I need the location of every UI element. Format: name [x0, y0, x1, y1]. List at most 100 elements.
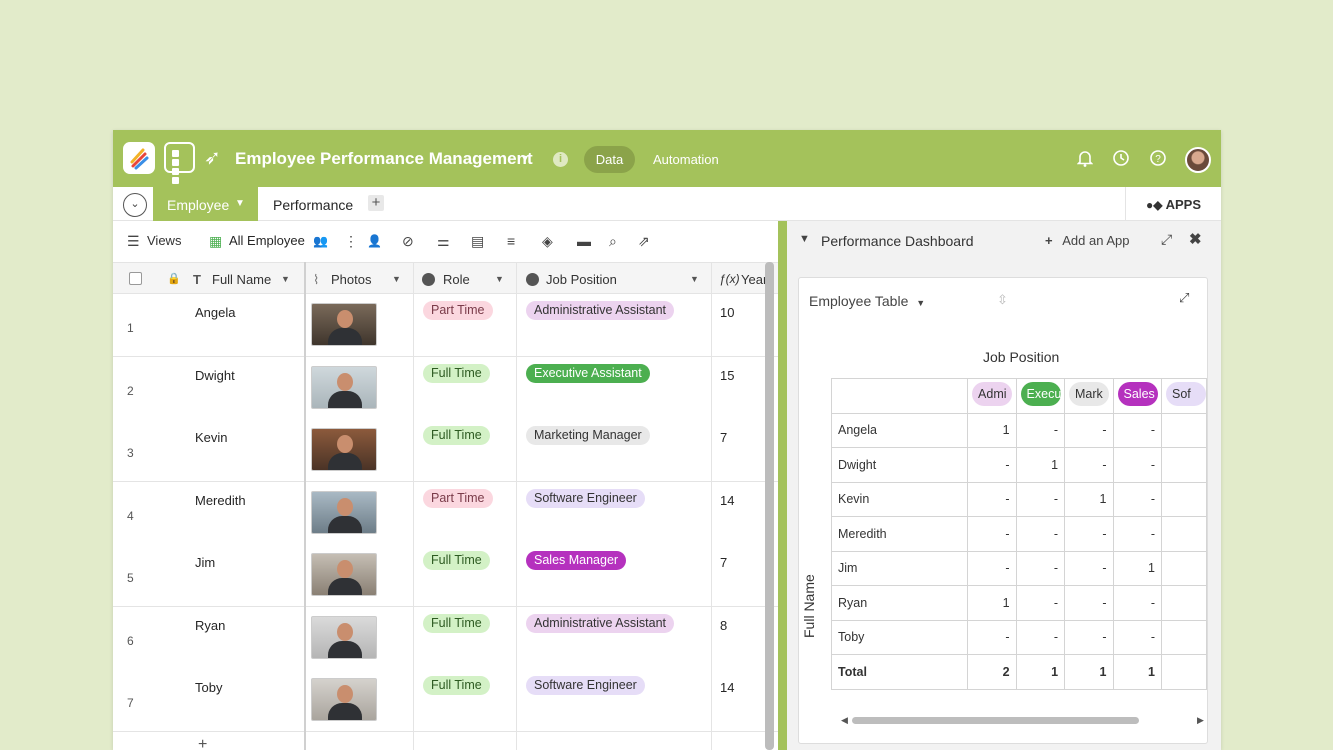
role-tag[interactable]: Full Time	[423, 613, 490, 633]
table-row[interactable]: 1 Angela Part Time Administrative Assistant…	[113, 294, 778, 357]
help-icon[interactable]: ?	[1149, 149, 1167, 171]
full-name-cell[interactable]: Kevin	[195, 430, 228, 445]
add-row-button[interactable]: +	[198, 736, 207, 750]
table-row[interactable]: 6 Ryan Full Time Administrative Assistant 8	[113, 606, 778, 670]
tab-automation[interactable]: Automation	[653, 152, 719, 167]
table-row[interactable]: 7 Toby Full Time Software Engineer 14	[113, 669, 778, 732]
role-tag[interactable]: Part Time	[423, 301, 493, 320]
chevron-down-icon[interactable]: ⌄	[123, 193, 147, 217]
caret-down-icon[interactable]: ▼	[235, 198, 245, 209]
years-cell[interactable]: 10	[720, 305, 734, 320]
workspace-title[interactable]: Employee Performance Management	[235, 149, 533, 169]
pivot-column-header[interactable]: Mark	[1064, 378, 1114, 414]
settings-sliders-icon[interactable]: ⚌	[437, 234, 450, 248]
table-row[interactable]: 3 Kevin Full Time Marketing Manager 7	[113, 419, 778, 482]
job-position-tag[interactable]: Software Engineer	[526, 676, 645, 695]
employee-photo[interactable]	[311, 678, 377, 721]
info-icon[interactable]: i	[553, 152, 568, 167]
chevron-down-icon[interactable]: ▼	[799, 233, 810, 245]
column-header-role[interactable]: Role	[443, 272, 470, 287]
employee-photo[interactable]	[311, 365, 377, 409]
role-tag[interactable]: Full Time	[423, 676, 490, 695]
job-position-tag[interactable]: Software Engineer	[526, 488, 645, 508]
tab-performance[interactable]: Performance	[273, 197, 353, 213]
apps-grid-icon[interactable]	[164, 142, 195, 184]
table-row[interactable]: 5 Jim Full Time Sales Manager 7	[113, 544, 778, 607]
years-cell[interactable]: 14	[720, 493, 734, 508]
filter-icon[interactable]: ≡	[507, 234, 515, 248]
apps-button[interactable]: ●◆ APPS	[1125, 187, 1216, 221]
row-height-icon[interactable]: ▤	[471, 234, 484, 248]
tab-data[interactable]: Data	[584, 146, 635, 173]
years-cell[interactable]: 7	[720, 555, 727, 570]
expand-icon[interactable]: ⤢	[1179, 290, 1189, 306]
layout-icon[interactable]: ▬	[577, 234, 591, 248]
panel-resize-handle[interactable]	[778, 221, 787, 750]
employee-photo[interactable]	[311, 553, 377, 596]
scroll-right-icon[interactable]: ▶	[1197, 715, 1204, 726]
add-app-button[interactable]: + Add an App	[1045, 233, 1129, 248]
caret-down-icon[interactable]: ▼	[690, 274, 699, 284]
caret-down-icon[interactable]: ▼	[281, 274, 290, 284]
column-header-job-position[interactable]: Job Position	[546, 272, 617, 287]
role-tag[interactable]: Full Time	[423, 426, 490, 445]
years-cell[interactable]: 14	[720, 680, 734, 695]
job-position-tag[interactable]: Sales Manager	[526, 551, 627, 570]
role-tag[interactable]: Full Time	[423, 551, 490, 570]
pivot-column-header[interactable]: Sales	[1112, 378, 1162, 414]
select-all-checkbox[interactable]	[129, 272, 142, 285]
full-name-cell[interactable]: Toby	[195, 680, 222, 695]
job-position-tag[interactable]: Executive Assistant	[526, 363, 650, 383]
table-row[interactable]: 4 Meredith Part Time Software Engineer 14	[113, 481, 778, 545]
menu-icon[interactable]: ☰	[127, 234, 140, 248]
full-name-cell[interactable]: Angela	[195, 305, 235, 320]
employee-photo[interactable]	[311, 428, 377, 471]
job-position-tag[interactable]: Marketing Manager	[526, 426, 650, 445]
card-title-select[interactable]: Employee Table ▼	[809, 293, 925, 309]
current-view-name[interactable]: All Employee	[229, 234, 305, 248]
years-cell[interactable]: 15	[720, 368, 734, 383]
caret-down-icon[interactable]: ▼	[392, 274, 401, 284]
bell-icon[interactable]	[1076, 149, 1094, 171]
years-cell[interactable]: 7	[720, 430, 727, 445]
more-icon[interactable]: ⋮	[344, 234, 358, 248]
employee-photo[interactable]	[311, 615, 377, 659]
full-name-cell[interactable]: Jim	[195, 555, 215, 570]
close-icon[interactable]: ✖	[1189, 230, 1202, 248]
employee-photo[interactable]	[311, 490, 377, 534]
app-logo-icon[interactable]	[123, 142, 155, 174]
team-icon[interactable]: 👥	[313, 234, 328, 248]
scroll-thumb[interactable]	[852, 717, 1139, 724]
full-name-cell[interactable]: Ryan	[195, 618, 225, 633]
employee-photo[interactable]	[311, 303, 377, 346]
collaborators-icon[interactable]: 👤	[367, 234, 382, 248]
search-icon[interactable]: ⌕	[609, 234, 617, 248]
expand-icon[interactable]: ⤢	[1161, 231, 1172, 248]
full-name-cell[interactable]: Meredith	[195, 493, 246, 508]
share-icon[interactable]: ⇗	[638, 234, 650, 248]
years-cell[interactable]: 8	[720, 618, 727, 633]
full-name-cell[interactable]: Dwight	[195, 368, 235, 383]
pivot-column-header[interactable]: Admi	[967, 378, 1017, 414]
paint-bucket-icon[interactable]: ◈	[542, 234, 553, 248]
pivot-column-header[interactable]: Sof	[1160, 378, 1207, 414]
tab-employee[interactable]: Employee ▼	[153, 187, 258, 221]
hide-fields-icon[interactable]: ⊘	[402, 234, 414, 248]
role-tag[interactable]: Full Time	[423, 363, 490, 383]
views-button[interactable]: Views	[147, 234, 181, 248]
drag-handle-icon[interactable]: ⇳	[997, 292, 1008, 308]
column-header-full-name[interactable]: Full Name	[212, 272, 271, 287]
column-header-photos[interactable]: Photos	[331, 272, 371, 287]
table-row[interactable]: 2 Dwight Full Time Executive Assistant 15	[113, 356, 778, 420]
pivot-column-header[interactable]: Execu	[1015, 378, 1066, 414]
role-tag[interactable]: Part Time	[423, 488, 493, 508]
horizontal-scrollbar[interactable]: ◀ ▶	[841, 715, 1204, 726]
chevron-down-icon[interactable]: ▾	[522, 151, 528, 165]
history-icon[interactable]	[1112, 149, 1130, 171]
user-avatar[interactable]	[1185, 147, 1211, 173]
vertical-scrollbar[interactable]	[765, 262, 774, 750]
job-position-tag[interactable]: Administrative Assistant	[526, 613, 674, 633]
caret-down-icon[interactable]: ▼	[495, 274, 504, 284]
scroll-left-icon[interactable]: ◀	[841, 715, 848, 726]
add-table-button[interactable]: +	[368, 195, 384, 211]
